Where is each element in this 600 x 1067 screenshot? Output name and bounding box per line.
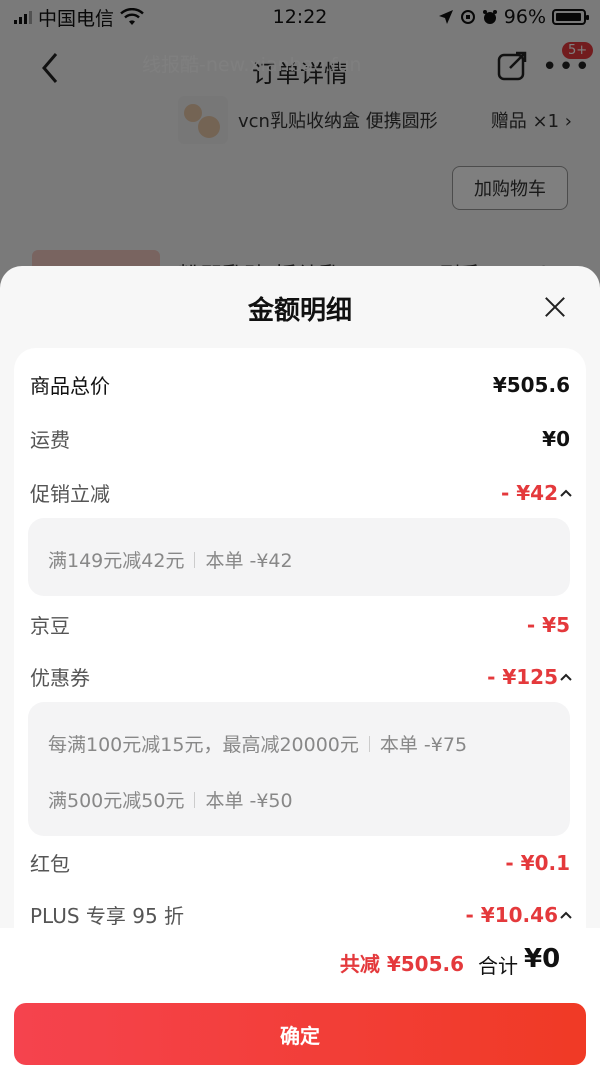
- divider: [194, 551, 196, 568]
- total-bar: 共减 ¥505.6 合计 ¥0: [0, 928, 600, 998]
- chevron-up-icon[interactable]: [560, 910, 572, 920]
- total-reduce: 共减 ¥505.6: [339, 952, 464, 976]
- row-promo[interactable]: 促销立减 - ¥42: [30, 478, 572, 507]
- coupon-this-order: 本单 -¥50: [205, 790, 293, 812]
- shipping-label: 运费: [30, 428, 70, 452]
- promo-amount-wrap: - ¥42: [500, 480, 572, 505]
- promo-detail-box: 满149元减42元 本单 -¥42: [28, 518, 570, 596]
- chevron-up-icon[interactable]: [560, 672, 572, 682]
- promo-detail-line: 满149元减42元 本单 -¥42: [48, 546, 293, 573]
- jingdou-amount: - ¥5: [526, 612, 570, 637]
- coupon-rule: 每满100元减15元，最高减20000元: [48, 734, 359, 756]
- coupon-detail-box: 每满100元减15元，最高减20000元 本单 -¥75 满500元减50元 本…: [28, 702, 570, 836]
- redpacket-amount: - ¥0.1: [505, 850, 570, 875]
- coupon-amount-wrap: - ¥125: [487, 664, 572, 689]
- shipping-amount: ¥0: [542, 426, 570, 451]
- coupon-rule: 满500元减50元: [48, 790, 185, 812]
- confirm-button[interactable]: 确定: [14, 1003, 586, 1065]
- divider: [368, 735, 370, 752]
- row-shipping: 运费 ¥0: [30, 424, 570, 453]
- confirm-bar: 确定: [0, 998, 600, 1067]
- promo-this-order: 本单 -¥42: [205, 550, 293, 572]
- row-subtotal: 商品总价 ¥505.6: [30, 370, 570, 399]
- coupon-label: 优惠券: [30, 666, 90, 690]
- chevron-up-icon[interactable]: [560, 488, 572, 498]
- subtotal-amount: ¥505.6: [492, 372, 570, 397]
- close-icon[interactable]: [544, 296, 566, 318]
- promo-amount: - ¥42: [500, 480, 558, 505]
- coupon-this-order: 本单 -¥75: [379, 734, 468, 756]
- divider: [194, 791, 196, 808]
- coupon-amount: - ¥125: [487, 664, 558, 689]
- jingdou-label: 京豆: [30, 614, 70, 638]
- amount-card: 商品总价 ¥505.6 运费 ¥0 促销立减 - ¥42 满149元减42元 本…: [14, 348, 586, 948]
- plus-amount-wrap: - ¥10.46: [465, 902, 572, 927]
- subtotal-label: 商品总价: [30, 374, 110, 398]
- row-coupon[interactable]: 优惠券 - ¥125: [30, 662, 572, 691]
- total-amount: ¥0: [524, 944, 561, 974]
- row-jingdou: 京豆 - ¥5: [30, 610, 570, 639]
- row-plus[interactable]: PLUS 专享 95 折 - ¥10.46: [30, 900, 572, 929]
- promo-rule: 满149元减42元: [48, 550, 185, 572]
- promo-label: 促销立减: [30, 482, 110, 506]
- coupon-detail-line: 每满100元减15元，最高减20000元 本单 -¥75: [48, 730, 467, 757]
- sheet-title: 金额明细: [247, 296, 352, 326]
- plus-amount: - ¥10.46: [465, 902, 558, 927]
- coupon-detail-line: 满500元减50元 本单 -¥50: [48, 786, 293, 813]
- total-label: 合计: [478, 954, 518, 978]
- row-redpacket: 红包 - ¥0.1: [30, 848, 570, 877]
- redpacket-label: 红包: [30, 852, 70, 876]
- plus-label: PLUS 专享 95 折: [30, 904, 185, 928]
